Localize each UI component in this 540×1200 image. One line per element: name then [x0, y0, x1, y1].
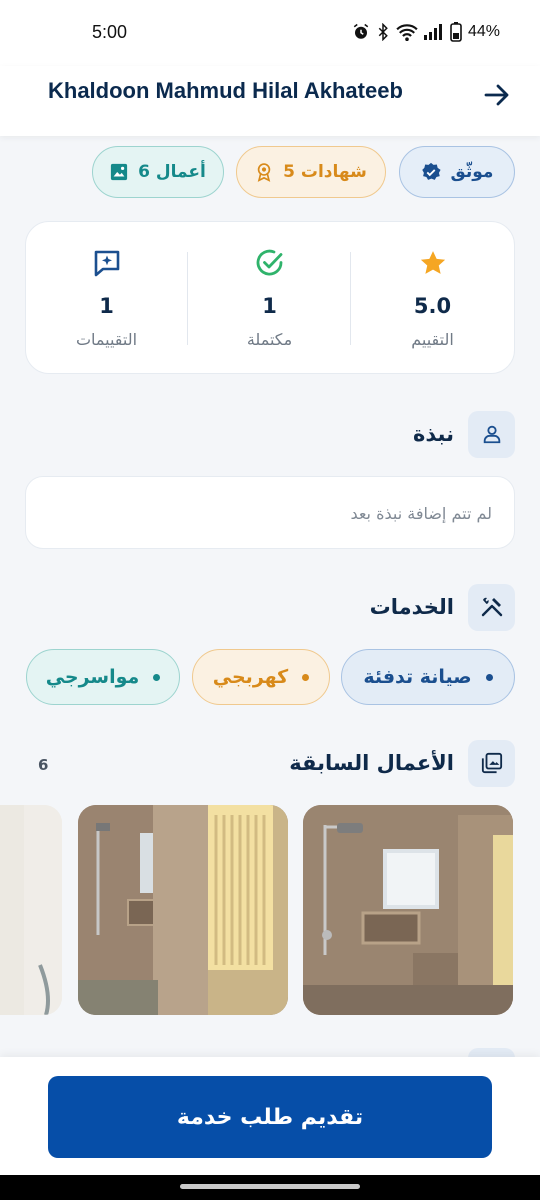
stat-reviews: 1 التقييمات	[25, 222, 188, 375]
tools-icon	[481, 597, 502, 617]
bio-title: نبذة	[413, 422, 454, 446]
completed-value: 1	[262, 294, 277, 318]
review-icon	[94, 250, 119, 277]
chip-dot	[153, 673, 161, 681]
arrow-right-icon	[484, 84, 509, 106]
service-chip-plumber[interactable]: مواسرجي	[26, 649, 180, 705]
app-header: Khaldoon Mahmud Hilal Akhateeb	[0, 66, 540, 136]
bottom-action-bar: تقديم طلب خدمة	[0, 1057, 540, 1175]
bio-icon-box	[468, 410, 515, 458]
bio-text: لم تتم إضافة نبذة بعد	[350, 504, 492, 523]
verified-label: موثّق	[450, 162, 494, 182]
completed-label: مكتملة	[246, 330, 293, 349]
star-icon	[420, 251, 445, 274]
rating-label: التقييم	[411, 330, 454, 349]
reviews-label: التقييمات	[75, 330, 138, 349]
service-label: كهربجي	[212, 666, 289, 688]
chip-dot	[302, 673, 310, 681]
request-service-button[interactable]: تقديم طلب خدمة	[48, 1076, 492, 1158]
gallery-icon	[111, 163, 128, 181]
back-button[interactable]	[482, 80, 512, 110]
works-gallery[interactable]	[0, 805, 540, 1015]
request-service-label: تقديم طلب خدمة	[176, 1104, 364, 1130]
work-photo[interactable]	[78, 805, 288, 1015]
check-circle-icon	[256, 249, 282, 276]
battery-percent: 44%	[467, 23, 500, 40]
works-count: 6	[38, 756, 49, 774]
services-section-header: الخدمات	[370, 583, 515, 631]
system-nav-bar	[0, 1175, 540, 1200]
signal-icon	[423, 24, 442, 40]
service-chip-electrician[interactable]: كهربجي	[192, 649, 330, 705]
verified-badge: موثّق	[399, 146, 515, 198]
rating-value: 5.0	[413, 294, 452, 318]
works-section-header: الأعمال السابقة	[289, 739, 515, 787]
reviews-value: 1	[99, 294, 114, 318]
service-label: مواسرجي	[45, 666, 140, 688]
battery-icon	[450, 22, 462, 42]
award-icon	[257, 163, 271, 182]
person-icon	[483, 425, 500, 444]
chip-dot	[485, 673, 493, 681]
status-time: 5:00	[92, 22, 128, 42]
bio-section-header: نبذة	[413, 410, 515, 458]
status-bar: 5:00 44%	[0, 0, 540, 66]
verified-icon	[421, 162, 441, 180]
works-label: 6 أعمال	[138, 162, 206, 182]
bluetooth-icon	[378, 23, 388, 41]
works-icon-box	[468, 739, 515, 787]
bathroom-photo-image	[78, 805, 288, 1015]
home-gesture-handle[interactable]	[180, 1184, 360, 1189]
certificates-badge: 5 شهادات	[236, 146, 386, 198]
bathroom-photo-image	[303, 805, 513, 1015]
status-icons: 44%	[352, 22, 500, 42]
services-icon-box	[468, 583, 515, 631]
stat-completed: 1 مكتملة	[188, 222, 351, 375]
service-label: صيانة تدفئة	[363, 666, 472, 688]
certificates-label: 5 شهادات	[283, 162, 367, 182]
stat-rating: 5.0 التقييم	[351, 222, 514, 375]
wifi-icon	[396, 24, 418, 41]
alarm-icon	[353, 23, 369, 39]
work-photo[interactable]	[0, 805, 62, 1015]
page-title: Khaldoon Mahmud Hilal Akhateeb	[48, 78, 403, 103]
work-photo[interactable]	[303, 805, 513, 1015]
stats-card: 5.0 التقييم 1 مكتملة 1 التقييمات	[25, 221, 515, 374]
works-title: الأعمال السابقة	[289, 751, 454, 775]
service-chip-heating[interactable]: صيانة تدفئة	[341, 649, 515, 705]
works-badge: 6 أعمال	[92, 146, 224, 198]
bathroom-photo-image	[0, 805, 62, 1015]
gallery-icon	[481, 752, 502, 774]
bio-box: لم تتم إضافة نبذة بعد	[25, 476, 515, 549]
services-title: الخدمات	[369, 595, 454, 619]
